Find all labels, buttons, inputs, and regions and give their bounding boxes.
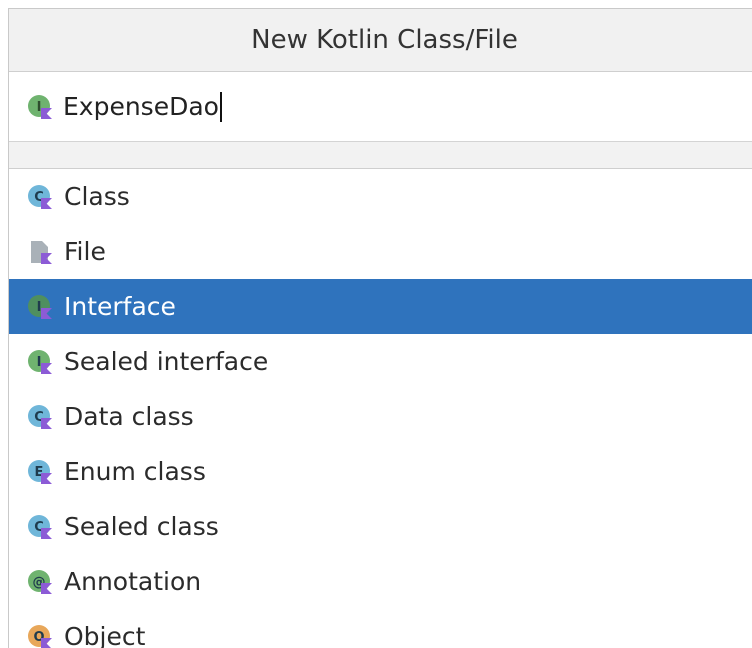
kind-item-label: File [64, 237, 106, 266]
kind-item-label: Sealed interface [64, 347, 268, 376]
enum-class-kotlin-icon: E [27, 459, 53, 485]
kind-item-sealed-class[interactable]: C Sealed class [9, 499, 752, 554]
svg-text:I: I [37, 100, 42, 115]
kind-item-label: Enum class [64, 457, 206, 486]
kind-item-sealed-interface[interactable]: I Sealed interface [9, 334, 752, 389]
sealed-interface-kotlin-icon: I [27, 349, 53, 375]
kind-item-object[interactable]: O Object [9, 609, 752, 648]
interface-kotlin-icon: I [27, 94, 53, 120]
kind-list: C Class File I Interface I Sealed interface C Da… [9, 169, 752, 648]
annotation-kotlin-icon: @ [27, 569, 53, 595]
object-kotlin-icon: O [27, 624, 53, 648]
kind-item-label: Class [64, 182, 130, 211]
kind-item-file[interactable]: File [9, 224, 752, 279]
text-caret [220, 92, 222, 122]
class-name-value: ExpenseDao [63, 92, 219, 121]
name-input-row[interactable]: I ExpenseDao [9, 72, 752, 142]
kind-item-class[interactable]: C Class [9, 169, 752, 224]
kind-item-label: Object [64, 622, 145, 648]
file-kotlin-icon [27, 239, 53, 265]
dialog-title: New Kotlin Class/File [251, 25, 518, 55]
kind-item-interface[interactable]: I Interface [9, 279, 752, 334]
class-name-input[interactable]: ExpenseDao [63, 92, 222, 122]
kind-item-label: Sealed class [64, 512, 219, 541]
kind-item-label: Interface [64, 292, 176, 321]
data-class-kotlin-icon: C [27, 404, 53, 430]
new-kotlin-class-dialog: New Kotlin Class/File I ExpenseDao C Clas… [8, 8, 752, 648]
sealed-class-kotlin-icon: C [27, 514, 53, 540]
separator-band [9, 142, 752, 169]
kind-item-label: Data class [64, 402, 194, 431]
class-kotlin-icon: C [27, 184, 53, 210]
kind-item-data-class[interactable]: C Data class [9, 389, 752, 444]
interface-kotlin-icon: I [27, 294, 53, 320]
kind-item-enum-class[interactable]: E Enum class [9, 444, 752, 499]
svg-text:I: I [37, 355, 42, 370]
kind-item-label: Annotation [64, 567, 201, 596]
dialog-title-bar: New Kotlin Class/File [9, 9, 752, 72]
svg-text:I: I [37, 300, 42, 315]
kind-item-annotation[interactable]: @ Annotation [9, 554, 752, 609]
